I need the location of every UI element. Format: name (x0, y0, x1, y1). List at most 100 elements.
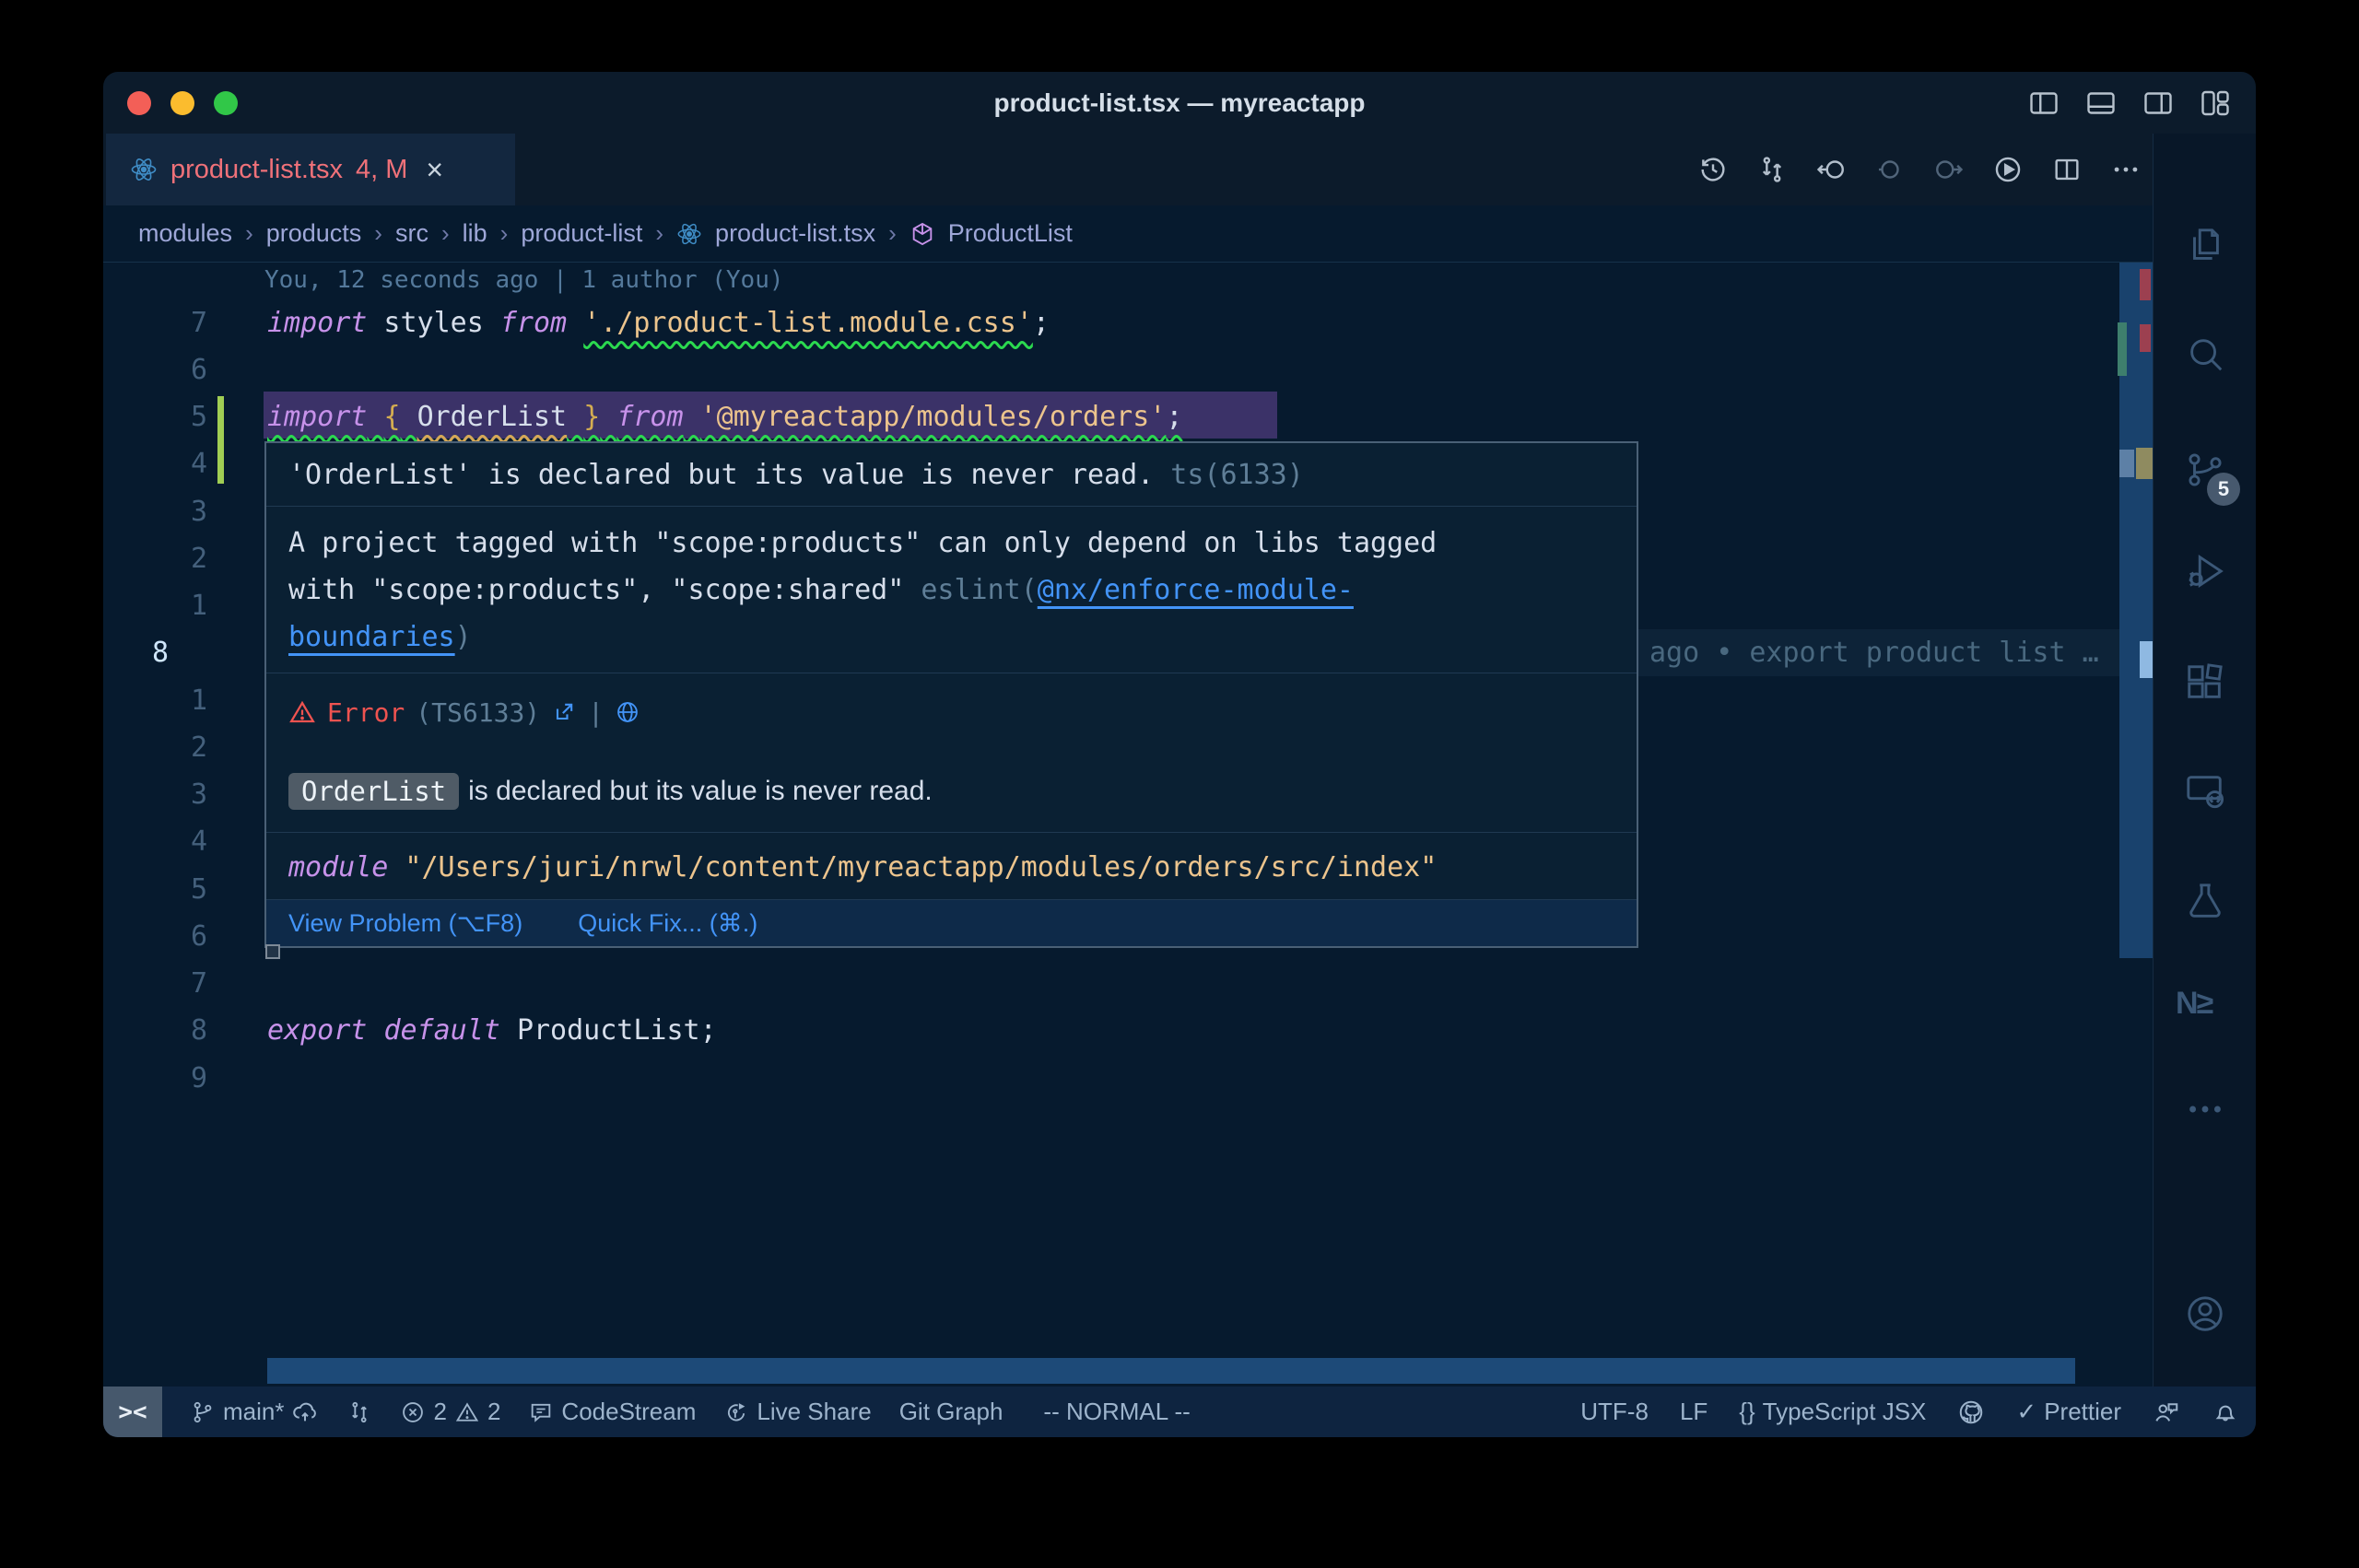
activity-bar: 5 N≥ 1 (2153, 134, 2256, 1387)
chevron-right-icon: › (245, 219, 253, 248)
remote-explorer-icon[interactable] (2184, 770, 2226, 813)
language-mode-item[interactable]: {} TypeScript JSX (1739, 1398, 1926, 1426)
breadcrumb-item[interactable]: products (266, 219, 362, 248)
globe-icon[interactable] (615, 699, 640, 725)
breadcrumb-item[interactable]: ProductList (948, 219, 1073, 248)
breadcrumb-item[interactable]: product-list (521, 219, 642, 248)
toggle-secondary-sidebar-icon[interactable] (2142, 87, 2175, 120)
line-number: 8 (143, 1007, 207, 1054)
vim-mode-indicator: -- NORMAL -- (1043, 1398, 1190, 1426)
more-views-icon[interactable] (2184, 1088, 2226, 1130)
encoding-item[interactable]: UTF-8 (1580, 1398, 1649, 1426)
run-code-icon[interactable] (1992, 154, 2024, 185)
customize-layout-icon[interactable] (2199, 87, 2232, 120)
view-problem-button[interactable]: View Problem (⌥F8) (288, 909, 522, 938)
code-editor[interactable]: You, 12 seconds ago | 1 author (You) 7 6… (103, 263, 2153, 1387)
warnings-icon (454, 1399, 480, 1425)
code-line-import-orderlist: import { OrderList } from '@myreactapp/m… (267, 393, 1182, 440)
problems-item[interactable]: 2 2 (400, 1398, 500, 1426)
nx-console-icon[interactable]: N≥ (2176, 986, 2218, 1028)
more-actions-icon[interactable] (2110, 154, 2142, 185)
toggle-sidebar-icon[interactable] (2027, 87, 2060, 120)
react-icon (676, 221, 702, 247)
breadcrumb-item[interactable]: src (395, 219, 428, 248)
status-bar: >< main* 2 2 (103, 1387, 2256, 1437)
git-branch-item[interactable]: main* (190, 1398, 319, 1426)
nav-forward-icon[interactable] (1933, 154, 1965, 185)
line-number: 7 (143, 960, 207, 1007)
feedback-icon[interactable] (2153, 1398, 2180, 1426)
eslint-error-message: A project tagged with "scope:products" c… (266, 507, 1637, 673)
tab-problems-badge: 4, M (356, 155, 407, 185)
run-debug-icon[interactable] (2184, 550, 2226, 592)
gitlens-compare-item[interactable] (346, 1399, 372, 1425)
breadcrumb-item[interactable]: lib (463, 219, 487, 248)
live-share-icon (723, 1399, 749, 1425)
overview-error-mark (2140, 324, 2151, 352)
error-status-row: Error (TS6133) | (266, 673, 1637, 751)
source-control-badge: 5 (2207, 473, 2240, 506)
codelens-blame[interactable]: You, 12 seconds ago | 1 author (You) (264, 266, 784, 294)
open-external-icon[interactable] (551, 699, 577, 725)
line-number: 5 (143, 866, 207, 913)
popup-resize-handle[interactable] (265, 944, 280, 959)
prettier-item[interactable]: ✓ Prettier (2016, 1398, 2121, 1426)
testing-icon[interactable] (2184, 880, 2226, 922)
overview-change-mark (2118, 322, 2127, 376)
quick-fix-button[interactable]: Quick Fix... (⌘.) (578, 909, 757, 938)
git-branch-icon (190, 1399, 216, 1425)
explorer-icon[interactable] (2184, 225, 2226, 267)
overview-info-mark (2119, 450, 2134, 477)
error-detail-row: OrderList is declared but its value is n… (266, 751, 1637, 832)
overview-error-mark (2140, 269, 2151, 300)
error-code: (TS6133) (416, 697, 540, 728)
line-number: 6 (143, 346, 207, 393)
codestream-item[interactable]: CodeStream (528, 1398, 696, 1426)
line-number: 9 (143, 1055, 207, 1102)
breadcrumb-item[interactable]: product-list.tsx (715, 219, 875, 248)
account-icon[interactable] (2184, 1293, 2226, 1335)
code-line-import-styles: import styles from './product-list.modul… (267, 299, 1050, 346)
line-number: 2 (143, 724, 207, 771)
live-share-item[interactable]: Live Share (723, 1398, 871, 1426)
horizontal-scrollbar[interactable] (267, 1358, 2075, 1384)
inline-blame: ago • export product list … (1649, 629, 2099, 676)
extensions-icon[interactable] (2184, 661, 2226, 704)
chevron-right-icon: › (441, 219, 450, 248)
popup-footer: View Problem (⌥F8) Quick Fix... (⌘.) (266, 899, 1637, 946)
check-icon: ✓ (2016, 1398, 2036, 1426)
toggle-panel-icon[interactable] (2084, 87, 2118, 120)
chevron-right-icon: › (888, 219, 897, 248)
tab-product-list[interactable]: product-list.tsx 4, M × (106, 134, 515, 205)
line-number: 3 (143, 488, 207, 535)
codestream-icon (528, 1399, 554, 1425)
search-icon[interactable] (2184, 333, 2226, 375)
nav-current-icon[interactable] (1874, 154, 1906, 185)
symbol-chip: OrderList (288, 773, 459, 810)
error-severity: Error (327, 697, 405, 728)
line-number: 7 (143, 299, 207, 346)
compare-icon (346, 1399, 372, 1425)
github-icon[interactable] (1957, 1398, 1985, 1426)
eslint-rule-link[interactable]: @nx/enforce-module- (1038, 574, 1354, 606)
current-line-number: 8 (152, 629, 217, 676)
window-title: product-list.tsx — myreactapp (103, 72, 2256, 134)
breadcrumb: modules › products › src › lib › product… (103, 205, 2153, 263)
symbol-box-icon (910, 221, 935, 247)
errors-icon (400, 1399, 426, 1425)
git-graph-item[interactable]: Git Graph (899, 1398, 1003, 1426)
eol-item[interactable]: LF (1680, 1398, 1708, 1426)
open-changes-icon[interactable] (1756, 154, 1788, 185)
remote-indicator[interactable]: >< (103, 1387, 162, 1437)
chevron-right-icon: › (374, 219, 382, 248)
nav-back-icon[interactable] (1815, 154, 1847, 185)
close-tab-icon[interactable]: × (426, 155, 443, 184)
breadcrumb-item[interactable]: modules (138, 219, 232, 248)
split-editor-icon[interactable] (2051, 154, 2083, 185)
title-bar: product-list.tsx — myreactapp (103, 72, 2256, 134)
ts-error-message: 'OrderList' is declared but its value is… (266, 443, 1637, 507)
eslint-rule-link[interactable]: boundaries (288, 621, 455, 653)
notifications-bell-icon[interactable] (2212, 1398, 2239, 1426)
line-number: 4 (143, 818, 207, 865)
timeline-history-icon[interactable] (1697, 154, 1729, 185)
